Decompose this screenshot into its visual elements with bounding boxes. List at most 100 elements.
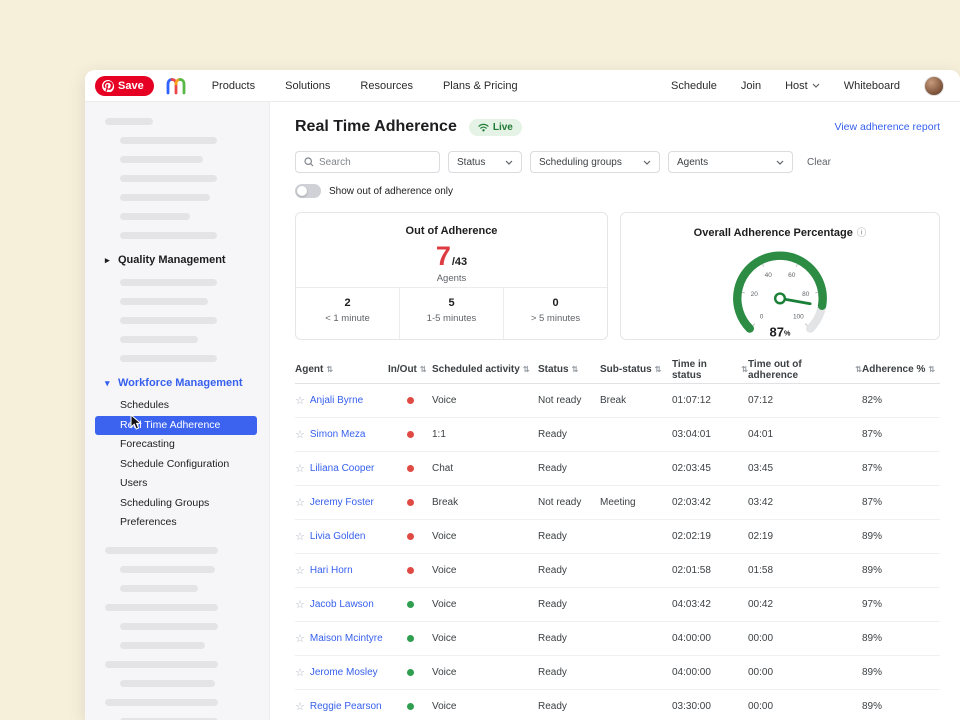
- adherence-cell: 97%: [862, 599, 940, 610]
- table-row[interactable]: ☆ Hari Horn Voice Ready 02:01:58 01:58 8…: [295, 554, 940, 588]
- nav-item-solutions[interactable]: Solutions: [285, 80, 330, 92]
- agents-dropdown-label: Agents: [677, 157, 708, 168]
- col-scheduled-activity[interactable]: Scheduled activity⇅: [432, 364, 538, 375]
- time-out-of-adherence-cell: 01:58: [748, 565, 862, 576]
- nav-item-plans-pricing[interactable]: Plans & Pricing: [443, 80, 518, 92]
- sidebar-section-workforce-management[interactable]: ▾ Workforce Management: [85, 374, 269, 392]
- star-icon[interactable]: ☆: [295, 564, 305, 577]
- skeleton-bar: [120, 680, 215, 687]
- agent-link[interactable]: Maison Mcintyre: [310, 633, 383, 644]
- col-inout[interactable]: In/Out⇅: [388, 364, 432, 375]
- agent-link[interactable]: Jacob Lawson: [310, 599, 374, 610]
- star-icon[interactable]: ☆: [295, 598, 305, 611]
- table-row[interactable]: ☆ Jacob Lawson Voice Ready 04:03:42 00:4…: [295, 588, 940, 622]
- nav-item-resources[interactable]: Resources: [360, 80, 413, 92]
- nav-item-whiteboard[interactable]: Whiteboard: [844, 80, 900, 92]
- agent-link[interactable]: Livia Golden: [310, 531, 366, 542]
- table-row[interactable]: ☆ Reggie Pearson Voice Ready 03:30:00 00…: [295, 690, 940, 720]
- bucket-label: 1-5 minutes: [400, 313, 503, 324]
- col-time-in-status[interactable]: Time in status⇅: [672, 359, 748, 381]
- star-icon[interactable]: ☆: [295, 394, 305, 407]
- table-row[interactable]: ☆ Anjali Byrne Voice Not ready Break 01:…: [295, 384, 940, 418]
- pinterest-save-button[interactable]: Save: [95, 76, 154, 96]
- bucket-label: > 5 minutes: [504, 313, 607, 324]
- sort-icon: ⇅: [326, 365, 333, 374]
- star-icon[interactable]: ☆: [295, 428, 305, 441]
- user-avatar[interactable]: [924, 76, 944, 96]
- col-sub-status[interactable]: Sub-status⇅: [600, 364, 672, 375]
- adherence-cell: 89%: [862, 701, 940, 712]
- page-header: Real Time Adherence Live View adherence …: [295, 118, 940, 136]
- out-count-total: /43: [452, 256, 467, 268]
- inout-status-dot: [407, 431, 414, 438]
- agent-link[interactable]: Liliana Cooper: [310, 463, 375, 474]
- scheduling-groups-dropdown[interactable]: Scheduling groups: [530, 151, 660, 173]
- sort-icon: ⇅: [420, 365, 427, 374]
- svg-text:87%: 87%: [769, 325, 790, 340]
- star-icon[interactable]: ☆: [295, 700, 305, 713]
- clear-filters-link[interactable]: Clear: [807, 157, 831, 168]
- table-row[interactable]: ☆ Simon Meza 1:1 Ready 03:04:01 04:01 87…: [295, 418, 940, 452]
- app-window: Save Products Solutions Resources Plans …: [85, 70, 960, 720]
- col-adherence-pct[interactable]: Adherence %⇅: [862, 364, 940, 375]
- status-cell: Not ready: [538, 395, 600, 406]
- star-icon[interactable]: ☆: [295, 462, 305, 475]
- skeleton-group-top: [85, 118, 269, 239]
- table-row[interactable]: ☆ Jerome Mosley Voice Ready 04:00:00 00:…: [295, 656, 940, 690]
- overall-adherence-card: Overall Adherence Percentageⓘ 87% 020406…: [620, 212, 940, 340]
- skeleton-bar: [120, 642, 205, 649]
- skeleton-bar: [120, 355, 217, 362]
- sidebar-item-real-time-adherence[interactable]: Real Time Adherence: [95, 416, 257, 436]
- nav-item-schedule[interactable]: Schedule: [671, 80, 717, 92]
- nav-item-products[interactable]: Products: [212, 80, 255, 92]
- view-adherence-report-link[interactable]: View adherence report: [835, 121, 940, 133]
- adherence-cell: 89%: [862, 667, 940, 678]
- table-row[interactable]: ☆ Livia Golden Voice Ready 02:02:19 02:1…: [295, 520, 940, 554]
- agent-cell: ☆ Livia Golden: [295, 530, 388, 543]
- live-signal-icon: [478, 123, 489, 132]
- agent-cell: ☆ Jerome Mosley: [295, 666, 388, 679]
- info-icon[interactable]: ⓘ: [857, 228, 867, 239]
- inout-status-dot: [407, 601, 414, 608]
- status-dropdown[interactable]: Status: [448, 151, 522, 173]
- sidebar-section-quality-management[interactable]: ▸ Quality Management: [85, 251, 269, 269]
- agent-link[interactable]: Anjali Byrne: [310, 395, 363, 406]
- sidebar-item-forecasting[interactable]: Forecasting: [85, 435, 269, 455]
- sort-icon: ⇅: [741, 365, 748, 374]
- sidebar-item-users[interactable]: Users: [85, 474, 269, 494]
- star-icon[interactable]: ☆: [295, 530, 305, 543]
- sidebar-item-schedules[interactable]: Schedules: [85, 396, 269, 416]
- agent-link[interactable]: Reggie Pearson: [310, 701, 382, 712]
- brand-logo[interactable]: [164, 76, 188, 96]
- col-agent[interactable]: Agent⇅: [295, 364, 388, 375]
- agent-link[interactable]: Jerome Mosley: [310, 667, 378, 678]
- time-in-status-cell: 04:00:00: [672, 633, 748, 644]
- status-cell: Ready: [538, 565, 600, 576]
- star-icon[interactable]: ☆: [295, 496, 305, 509]
- table-row[interactable]: ☆ Maison Mcintyre Voice Ready 04:00:00 0…: [295, 622, 940, 656]
- table-row[interactable]: ☆ Jeremy Foster Break Not ready Meeting …: [295, 486, 940, 520]
- sidebar-item-schedule-configuration[interactable]: Schedule Configuration: [85, 455, 269, 475]
- table-row[interactable]: ☆ Liliana Cooper Chat Ready 02:03:45 03:…: [295, 452, 940, 486]
- skeleton-bar: [120, 194, 210, 201]
- col-status[interactable]: Status⇅: [538, 364, 600, 375]
- star-icon[interactable]: ☆: [295, 666, 305, 679]
- skeleton-bar: [120, 175, 217, 182]
- agent-link[interactable]: Hari Horn: [310, 565, 353, 576]
- nav-item-host[interactable]: Host: [785, 80, 820, 92]
- sidebar-item-scheduling-groups[interactable]: Scheduling Groups: [85, 494, 269, 514]
- agents-dropdown[interactable]: Agents: [668, 151, 793, 173]
- inout-status-dot: [407, 499, 414, 506]
- agent-link[interactable]: Jeremy Foster: [310, 497, 374, 508]
- search-input[interactable]: Search: [295, 151, 440, 173]
- star-icon[interactable]: ☆: [295, 632, 305, 645]
- skeleton-bar: [120, 566, 215, 573]
- time-in-status-cell: 03:30:00: [672, 701, 748, 712]
- nav-item-join[interactable]: Join: [741, 80, 761, 92]
- col-time-out-of-adherence[interactable]: Time out of adherence⇅: [748, 359, 862, 381]
- pinterest-save-label: Save: [118, 80, 144, 92]
- inout-cell: [388, 669, 432, 676]
- out-of-adherence-toggle[interactable]: [295, 184, 321, 198]
- sidebar-item-preferences[interactable]: Preferences: [85, 513, 269, 533]
- agent-link[interactable]: Simon Meza: [310, 429, 366, 440]
